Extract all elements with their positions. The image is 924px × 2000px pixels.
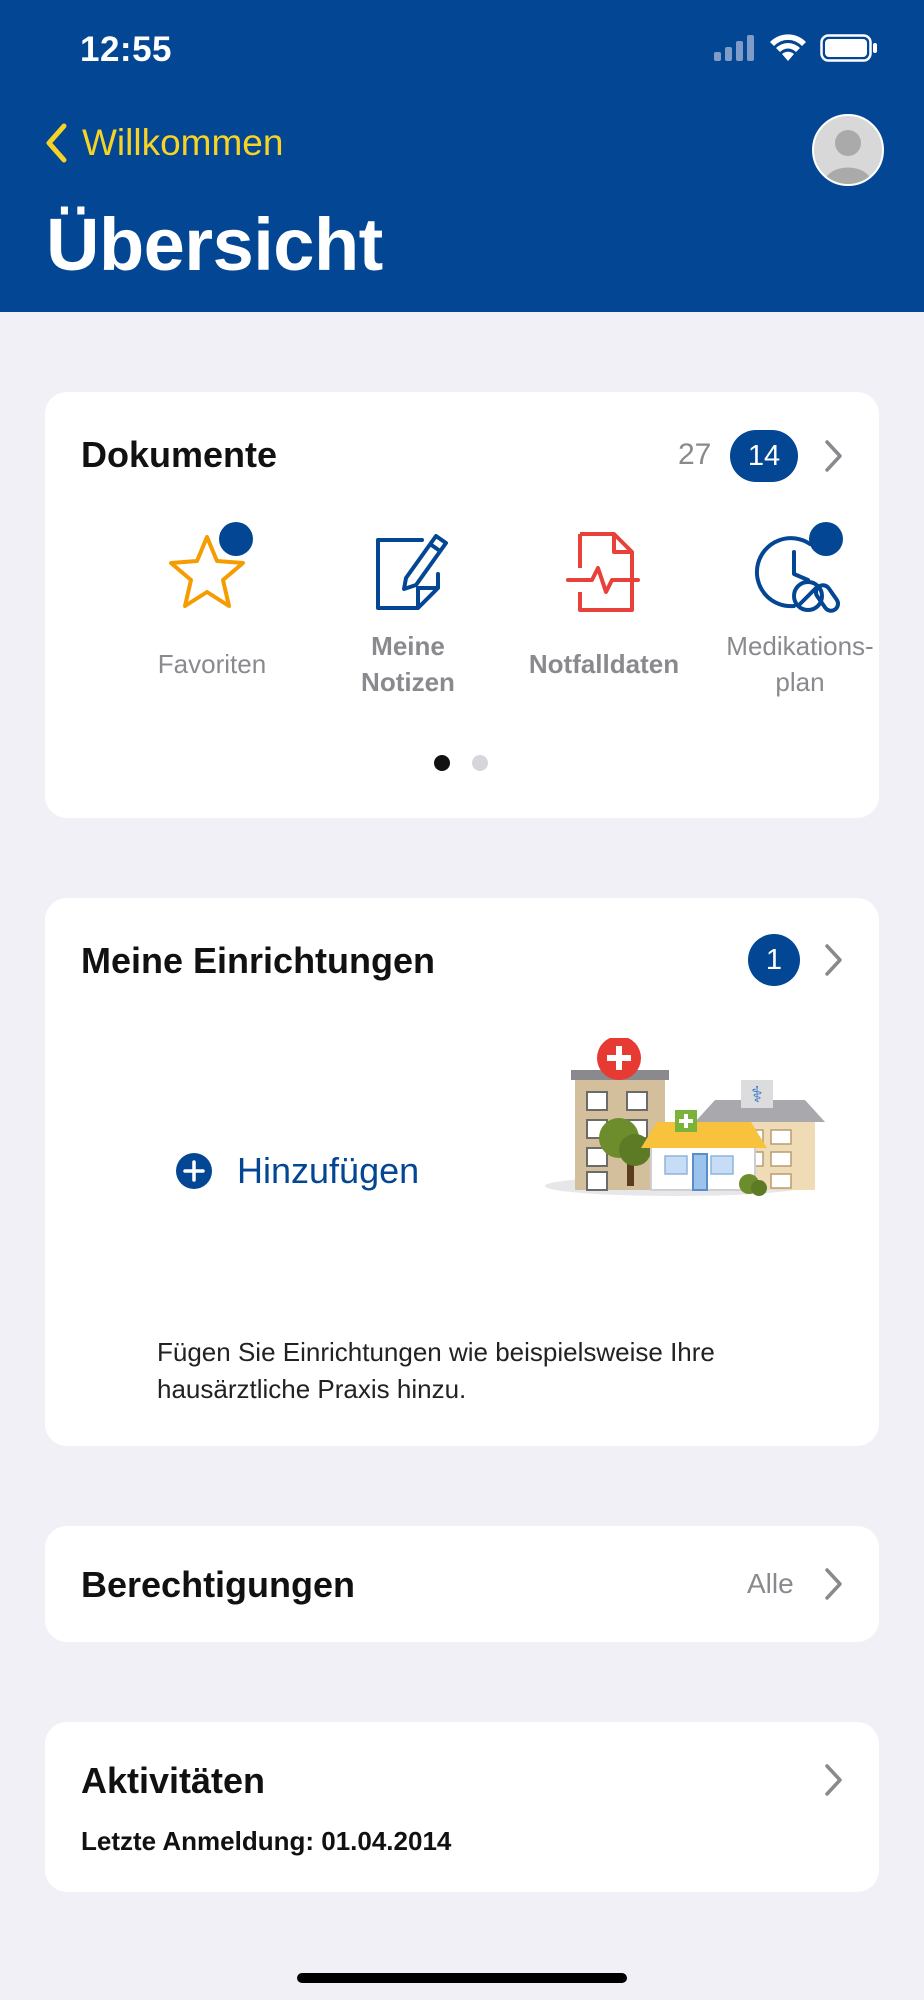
documents-new-badge: 14 [730,430,798,482]
emergency-data-item[interactable]: Notfalldaten [509,522,699,702]
battery-icon [820,34,877,62]
add-facility-button[interactable]: Hinzufügen [175,1150,419,1192]
activities-card[interactable]: Aktivitäten Letzte Anmeldung: 01.04.2014 [45,1722,879,1892]
status-icons [714,34,878,62]
facilities-count-badge: 1 [748,934,800,986]
documents-title: Dokumente [81,434,278,475]
back-button[interactable]: Willkommen [44,122,283,164]
star-icon [169,522,253,608]
my-notes-label-line2: Notizen [361,667,455,697]
page-title: Übersicht [46,203,383,286]
note-pencil-icon [376,534,448,610]
favorites-item[interactable]: Favoriten [117,522,307,702]
app-header: 12:55 Willkommen Übersicht [0,0,924,312]
permissions-card[interactable]: Berechtigungen Alle [45,1526,879,1642]
cellular-signal-icon [714,35,754,61]
facilities-illustration: ⚕ [545,1038,825,1196]
page-indicator-dot-active[interactable] [434,755,450,771]
chevron-right-icon[interactable] [823,943,845,977]
chevron-right-icon[interactable] [823,439,845,473]
medication-plan-label-line1: Medikations- [726,631,874,661]
documents-total-count: 27 [678,438,712,471]
documents-card[interactable]: Dokumente 27 14 Favoriten Meine Notizen [45,392,879,818]
chevron-right-icon[interactable] [823,1567,845,1601]
favorites-label: Favoriten [157,649,267,679]
home-indicator[interactable] [297,1973,627,1983]
back-label: Willkommen [82,122,284,163]
plus-circle-icon [176,1153,212,1189]
chevron-left-icon [46,123,67,163]
facilities-title: Meine Einrichtungen [81,940,436,981]
emergency-document-icon [566,532,640,612]
medication-clock-icon [754,522,843,613]
medication-plan-label-line2: plan [775,667,825,697]
my-notes-item[interactable]: Meine Notizen [313,522,503,702]
emergency-data-label: Notfalldaten [528,649,680,679]
wifi-icon [770,34,806,61]
my-notes-label: Meine Notizen [313,628,503,700]
last-login-text: Letzte Anmeldung: 01.04.2014 [81,1826,452,1856]
user-silhouette-icon [824,130,872,184]
permissions-title: Berechtigungen [81,1564,356,1605]
status-time: 12:55 [80,30,173,69]
facilities-description: Fügen Sie Einrichtungen wie beispielswei… [157,1337,715,1404]
activities-title: Aktivitäten [81,1760,266,1801]
add-facility-label: Hinzufügen [237,1150,420,1191]
facilities-card[interactable]: Meine Einrichtungen 1 Hinzufügen ⚕ Fügen… [45,898,879,1446]
svg-text:⚕: ⚕ [751,1083,763,1108]
profile-avatar[interactable] [812,114,884,186]
medication-plan-label: Medikations- plan [705,628,895,700]
chevron-right-icon[interactable] [823,1763,845,1797]
page-indicator-dot[interactable] [472,755,488,771]
my-notes-label-line1: Meine [371,631,445,661]
medication-plan-item[interactable]: Medikations- plan [705,522,895,702]
permissions-value: Alle [747,1568,794,1599]
